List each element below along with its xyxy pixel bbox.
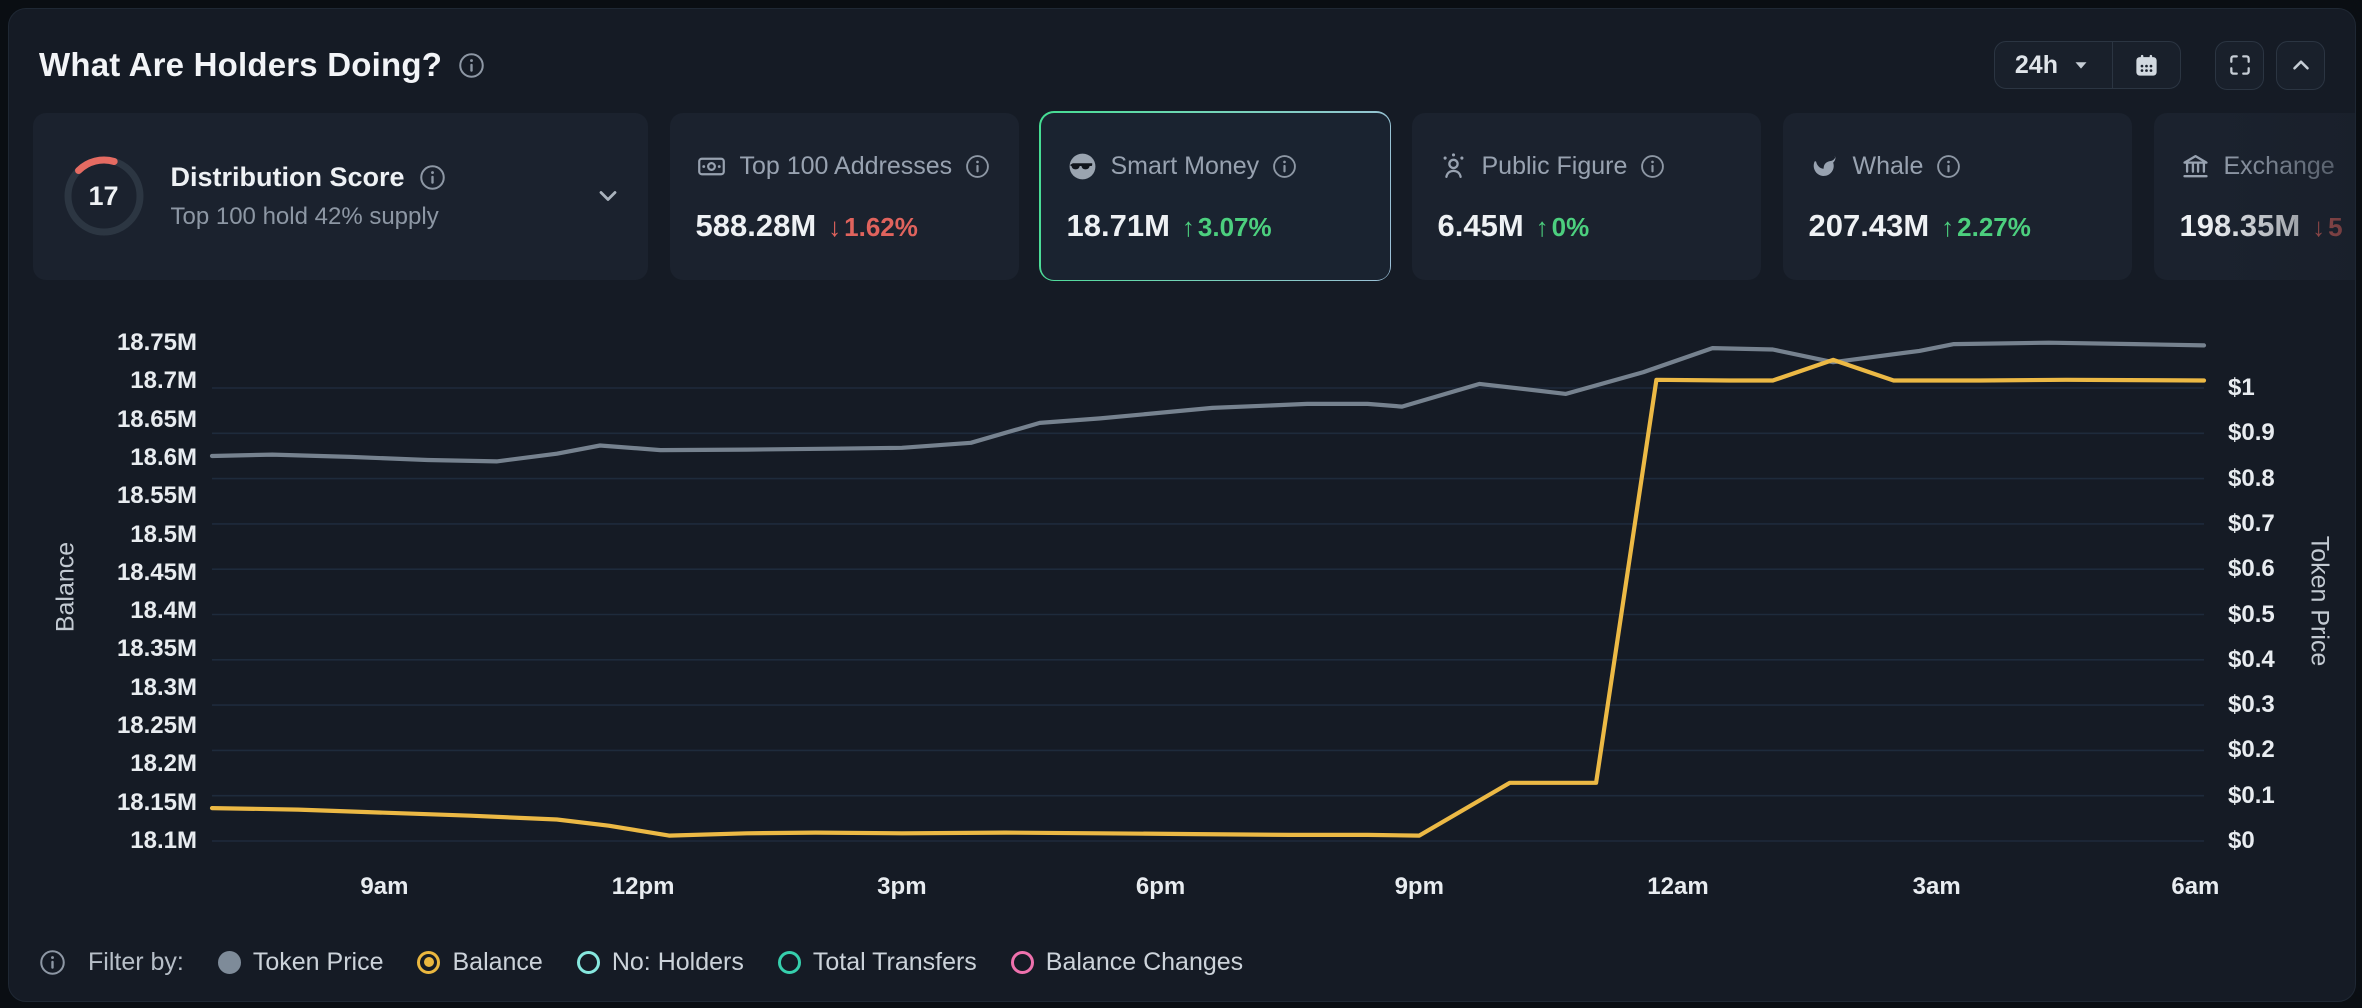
filter-bar: Filter by: Token Price Balance No: Holde… (39, 939, 1243, 985)
filter-item[interactable]: No: Holders (577, 948, 744, 977)
x-tick: 12pm (612, 873, 675, 901)
info-icon[interactable] (39, 949, 66, 976)
filter-dot-balance-changes (1011, 951, 1034, 974)
x-tick: 6am (2171, 873, 2219, 901)
x-axis-ticks: 9am 12pm 3pm 6pm 9pm 12am 3am 6am (9, 9, 2355, 1001)
x-tick: 6pm (1136, 873, 1185, 901)
x-tick: 9pm (1395, 873, 1444, 901)
filter-item[interactable]: Token Price (218, 948, 384, 977)
filter-dot-token-price (218, 951, 241, 974)
filter-dot-total-transfers (778, 951, 801, 974)
filter-item[interactable]: Total Transfers (778, 948, 977, 977)
x-tick: 9am (360, 873, 408, 901)
filter-dot-balance (417, 951, 440, 974)
x-tick: 3am (1913, 873, 1961, 901)
filter-item[interactable]: Balance (417, 948, 542, 977)
x-tick: 3pm (877, 873, 926, 901)
holders-panel: What Are Holders Doing? 24h (8, 8, 2356, 1002)
filter-by-label: Filter by: (88, 948, 184, 977)
x-tick: 12am (1647, 873, 1708, 901)
right-axis-title: Token Price (2305, 536, 2334, 667)
filter-dot-no-holders (577, 951, 600, 974)
filter-item[interactable]: Balance Changes (1011, 948, 1243, 977)
left-axis-title: Balance (52, 542, 81, 632)
